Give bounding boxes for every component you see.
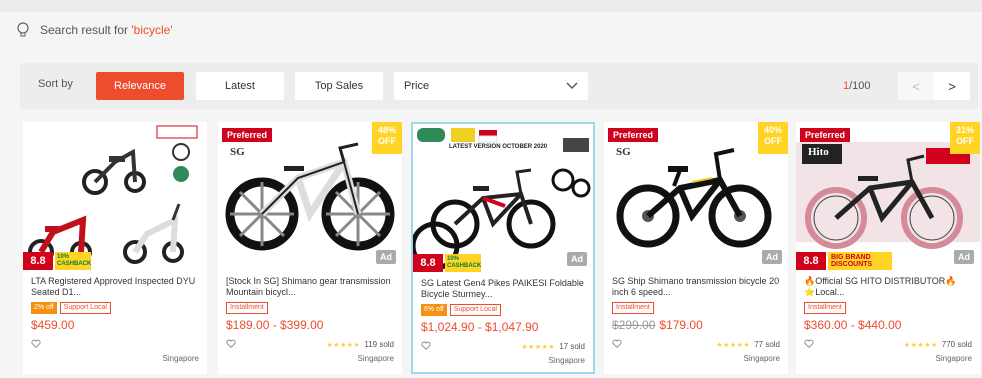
sort-relevance-button[interactable]: Relevance: [96, 72, 184, 100]
product-card[interactable]: 8.8 10% CASHBACK LTA Registered Approved…: [23, 122, 207, 374]
next-page-button[interactable]: >: [934, 72, 970, 100]
sg-tag: SG: [616, 146, 631, 158]
product-card[interactable]: Preferred Hito 31% OFF 8.8 BIG BRAND DISC…: [796, 122, 980, 374]
product-location: Singapore: [357, 354, 394, 363]
search-result-header: Search result for 'bicycle': [16, 22, 173, 38]
rating-tag: 8.8: [23, 252, 53, 270]
product-price: $360.00 - $440.00: [804, 318, 902, 332]
discount-ribbon: 31% OFF: [950, 122, 980, 154]
product-title[interactable]: [Stock In SG] Shimano gear transmission …: [226, 276, 394, 298]
product-image: 8.8 10% CASHBACK: [23, 122, 207, 270]
discount-badge: 6% off: [421, 304, 447, 316]
search-result-text: Search result for 'bicycle': [40, 23, 173, 37]
product-price: $1,024.90 - $1,047.90: [421, 320, 539, 334]
product-title[interactable]: 🔥Official SG HITO DISTRIBUTOR🔥 ⭐Local...: [804, 276, 972, 298]
chevron-down-icon: [566, 82, 578, 89]
page-total: /100: [849, 80, 871, 92]
discount-percent: 48%: [377, 125, 396, 135]
preferred-badge: Preferred: [800, 128, 851, 142]
discount-off-label: OFF: [378, 136, 396, 146]
product-price: $299.00 $179.00: [612, 318, 780, 332]
sg-tag: SG: [230, 146, 245, 158]
product-location: Singapore: [162, 354, 199, 363]
sold-count: 77 sold: [754, 339, 780, 349]
discount-ribbon: 40% OFF: [758, 122, 788, 154]
page-indicator: 1/100: [843, 80, 871, 92]
rating-tag: 8.8: [413, 254, 443, 272]
hito-tag: Hito: [808, 146, 829, 158]
prev-page-button[interactable]: <: [898, 72, 934, 100]
discount-off-label: OFF: [764, 136, 782, 146]
product-title[interactable]: LTA Registered Approved Inspected DYU Se…: [31, 276, 199, 298]
product-image: Preferred Hito 31% OFF 8.8 BIG BRAND DISC…: [796, 122, 980, 270]
heart-icon[interactable]: [226, 339, 236, 349]
old-price: $299.00: [612, 318, 656, 332]
search-result-prefix: Search result for: [40, 23, 132, 37]
product-title[interactable]: SG Ship Shimano transmission bicycle 20 …: [612, 276, 780, 298]
heart-icon[interactable]: [31, 339, 41, 349]
product-card[interactable]: Preferred SG 48% OFF Ad [Stock In SG] Shi…: [218, 122, 402, 374]
installment-badge: Installment: [226, 302, 268, 314]
product-image: Preferred SG 48% OFF Ad: [218, 122, 402, 270]
discount-percent: 31%: [955, 125, 974, 135]
sold-count: 119 sold: [364, 339, 394, 349]
support-local-badge: Support Local: [59, 302, 111, 314]
cashback-tag: 10% CASHBACK: [445, 254, 481, 272]
sold-count: 770 sold: [941, 339, 972, 349]
support-local-badge: Support Local: [449, 304, 501, 316]
big-brand-tag: BIG BRAND DISCOUNTS: [828, 252, 892, 270]
lightbulb-icon: [17, 22, 29, 37]
price-select-label: Price: [404, 80, 430, 92]
ad-badge: Ad: [567, 252, 587, 266]
heart-icon[interactable]: [421, 341, 431, 351]
preferred-badge: Preferred: [608, 128, 659, 142]
ad-badge: Ad: [762, 250, 782, 264]
sort-latest-button[interactable]: Latest: [196, 72, 284, 100]
product-title[interactable]: SG Latest Gen4 Pikes PAIKESI Foldable Bi…: [421, 278, 585, 300]
price-select[interactable]: Price: [394, 72, 588, 100]
product-location: Singapore: [548, 356, 585, 365]
installment-badge: Installment: [804, 302, 846, 314]
installment-badge: Installment: [612, 302, 654, 314]
product-price: $189.00 - $399.00: [226, 318, 324, 332]
heart-icon[interactable]: [804, 339, 814, 349]
sort-by-label: Sort by: [38, 78, 73, 90]
version-banner: LATEST VERSION OCTOBER 2020: [449, 144, 548, 150]
scooter-image: [28, 125, 198, 265]
discount-badge: 2% off: [31, 302, 57, 314]
preferred-badge: Preferred: [222, 128, 273, 142]
product-image: LATEST VERSION OCTOBER 2020 8.8 10% CASH…: [413, 124, 593, 272]
current-price: $179.00: [659, 318, 703, 332]
product-card[interactable]: Preferred SG 40% OFF Ad SG Ship Shimano t…: [604, 122, 788, 374]
cashback-tag: 10% CASHBACK: [55, 252, 91, 270]
product-price: $459.00: [31, 318, 75, 332]
product-location: Singapore: [743, 354, 780, 363]
rating-stars: ★★★★★: [903, 341, 938, 349]
sold-count: 17 sold: [559, 341, 585, 351]
search-keyword: 'bicycle': [131, 23, 173, 37]
heart-icon[interactable]: [612, 339, 622, 349]
sort-bar: Sort by Relevance Latest Top Sales Price…: [20, 63, 978, 109]
sort-top-sales-button[interactable]: Top Sales: [295, 72, 383, 100]
top-strip: [0, 0, 982, 12]
rating-tag: 8.8: [796, 252, 826, 270]
discount-percent: 40%: [763, 125, 782, 135]
product-card[interactable]: LATEST VERSION OCTOBER 2020 8.8 10% CASH…: [411, 122, 595, 374]
product-location: Singapore: [935, 354, 972, 363]
discount-ribbon: 48% OFF: [372, 122, 402, 154]
rating-stars: ★★★★★: [521, 343, 556, 351]
ad-badge: Ad: [376, 250, 396, 264]
rating-stars: ★★★★★: [716, 341, 751, 349]
rating-stars: ★★★★★: [326, 341, 361, 349]
discount-off-label: OFF: [956, 136, 974, 146]
ad-badge: Ad: [954, 250, 974, 264]
product-image: Preferred SG 40% OFF Ad: [604, 122, 788, 270]
